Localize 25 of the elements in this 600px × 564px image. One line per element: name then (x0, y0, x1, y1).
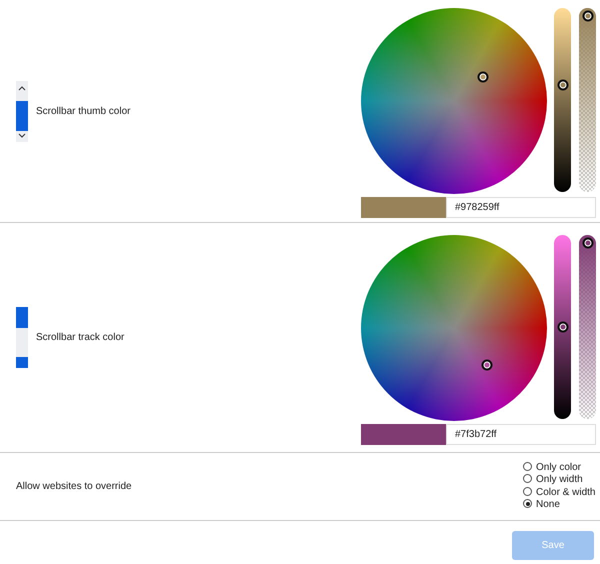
radio-icon[interactable] (523, 474, 532, 483)
setting-label: Scrollbar thumb color (36, 104, 130, 118)
brightness-slider[interactable] (554, 234, 571, 418)
color-wheel-thumb[interactable] (478, 71, 489, 82)
slider-thumb[interactable] (557, 321, 568, 332)
radio-option[interactable]: Only color (523, 462, 600, 474)
slider-thumb[interactable] (582, 10, 593, 22)
radio-option[interactable]: None (523, 499, 600, 512)
alpha-slider[interactable] (579, 234, 596, 418)
alpha-slider[interactable] (579, 8, 596, 192)
radio-icon[interactable] (523, 486, 532, 496)
setting-label: Allow websites to override (16, 480, 132, 494)
setting-label: Scrollbar track color (36, 331, 124, 345)
hex-input-field[interactable]: #978259ff (446, 197, 596, 218)
hex-input-field[interactable]: #7f3b72ff (446, 424, 596, 444)
slider-thumb[interactable] (557, 79, 568, 90)
scrollbar-preview-drawing (16, 307, 28, 368)
color-wheel-thumb[interactable] (481, 359, 492, 370)
scrollbar-preview-drawing (16, 80, 28, 142)
slider-thumb[interactable] (582, 237, 593, 248)
radio-option[interactable]: Only width (523, 474, 600, 486)
radio-icon[interactable] (523, 499, 532, 508)
radio-option[interactable]: Color & width (523, 486, 600, 499)
brightness-slider[interactable] (554, 8, 571, 192)
radio-icon[interactable] (523, 462, 532, 470)
